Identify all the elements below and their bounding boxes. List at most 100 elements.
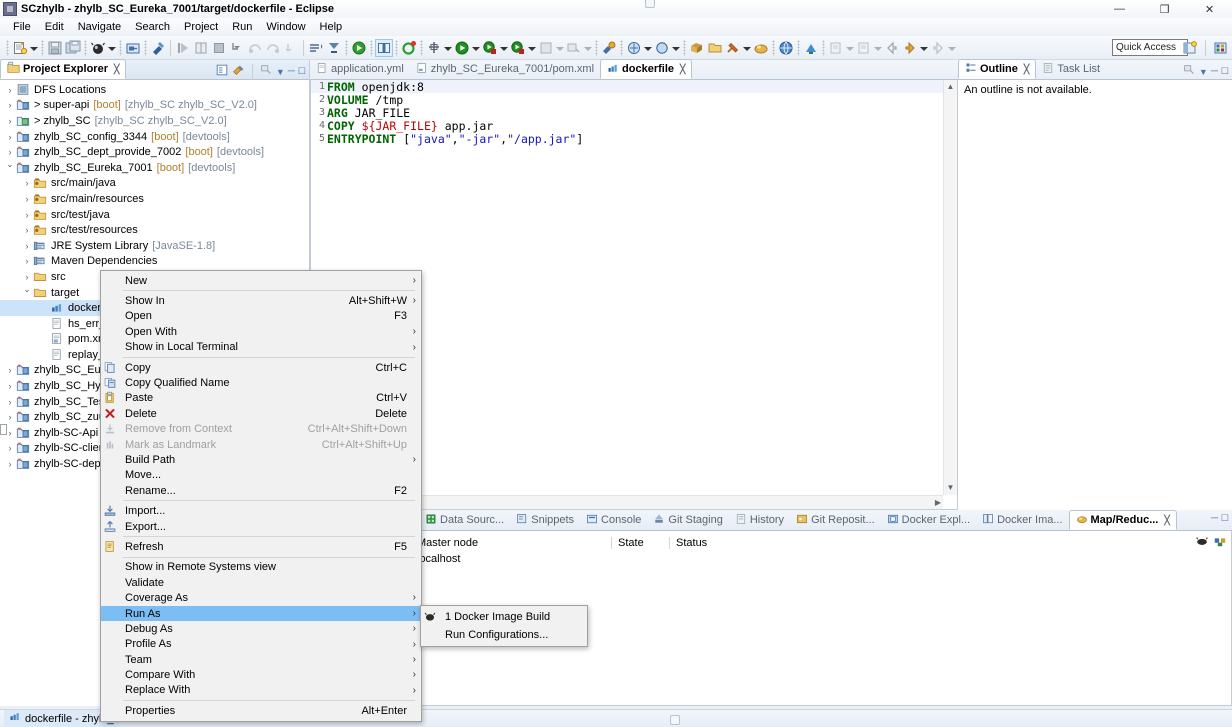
tree-twisty-closed-icon[interactable] bbox=[4, 365, 16, 375]
open-perspective-button-icon[interactable] bbox=[1182, 40, 1198, 56]
open-type-icon[interactable] bbox=[626, 40, 642, 56]
run-last-dropdown-arrow[interactable] bbox=[499, 40, 508, 56]
tree-twisty-closed-icon[interactable] bbox=[4, 397, 16, 407]
context-menu[interactable]: New › Show In Alt+Shift+W › Open F3 Open With › S… bbox=[100, 270, 422, 722]
grid-column-header[interactable]: State bbox=[611, 537, 669, 549]
tree-item[interactable]: src/test/java bbox=[0, 207, 309, 223]
open-task-icon[interactable] bbox=[538, 40, 554, 56]
mapreduce-locations-grid[interactable]: Master node State Status localhost bbox=[311, 531, 1231, 567]
menu-item-open-with[interactable]: Open With › bbox=[101, 324, 421, 339]
tree-item[interactable]: src/test/resources bbox=[0, 222, 309, 238]
link-with-editor-icon[interactable] bbox=[232, 63, 246, 80]
outline-minimize-icon[interactable]: ─ bbox=[1211, 66, 1218, 77]
close-icon[interactable]: ╳ bbox=[1024, 64, 1029, 75]
new-java-class-icon[interactable] bbox=[426, 40, 442, 56]
save-icon[interactable] bbox=[47, 40, 63, 56]
activate-task-dropdown-arrow[interactable] bbox=[583, 40, 592, 56]
menu-item-new[interactable]: New › bbox=[101, 273, 421, 288]
tree-twisty-closed-icon[interactable] bbox=[21, 256, 33, 266]
next-edit-icon[interactable] bbox=[828, 40, 844, 56]
menu-item-paste[interactable]: Paste Ctrl+V bbox=[101, 391, 421, 406]
bottom-maximize-icon[interactable]: ☐ bbox=[1221, 513, 1229, 524]
grid-rows[interactable]: localhost bbox=[311, 551, 1231, 567]
step-into-icon[interactable] bbox=[229, 40, 245, 56]
menu-item-replace-with[interactable]: Replace With › bbox=[101, 683, 421, 698]
coverage-dropdown-arrow[interactable] bbox=[527, 40, 536, 56]
open-perspective-icon[interactable] bbox=[689, 40, 705, 56]
close-icon[interactable]: ╳ bbox=[114, 64, 119, 75]
bottom-tab-console[interactable]: Console bbox=[580, 510, 647, 530]
menu-item-run-configurations[interactable]: Run Configurations... bbox=[421, 626, 587, 644]
menu-project[interactable]: Project bbox=[177, 20, 225, 34]
tree-item[interactable]: DFS Locations bbox=[0, 82, 309, 98]
tree-item[interactable]: Maven Dependencies bbox=[0, 254, 309, 270]
close-icon[interactable]: ╳ bbox=[680, 64, 685, 75]
menu-item-run-as[interactable]: Run As › bbox=[101, 605, 421, 622]
forward-navigation-icon[interactable] bbox=[902, 40, 918, 56]
run-icon[interactable] bbox=[454, 40, 470, 56]
tree-item[interactable]: zhylb_SC_dept_provide_7002[boot][devtool… bbox=[0, 144, 309, 160]
tree-twisty-closed-icon[interactable] bbox=[21, 272, 33, 282]
tree-item[interactable]: zhylb_SC_Eureka_7001[boot][devtools] bbox=[0, 160, 309, 176]
collapse-all-icon[interactable] bbox=[215, 63, 229, 80]
activate-task-icon[interactable] bbox=[566, 40, 582, 56]
tree-twisty-closed-icon[interactable] bbox=[4, 443, 16, 453]
grid-row[interactable]: localhost bbox=[311, 551, 1231, 567]
open-task-dropdown-arrow[interactable] bbox=[555, 40, 564, 56]
mapreduce-perspective-icon[interactable] bbox=[1213, 40, 1229, 56]
quick-access-input[interactable]: Quick Access bbox=[1112, 39, 1188, 56]
tree-item[interactable]: zhylb_SC_config_3344[boot][devtools] bbox=[0, 129, 309, 145]
tree-twisty-closed-icon[interactable] bbox=[4, 100, 16, 110]
maximize-view-icon[interactable]: ☐ bbox=[298, 66, 306, 77]
menu-item-team[interactable]: Team › bbox=[101, 652, 421, 667]
grid-column-header[interactable]: Master node bbox=[411, 537, 611, 549]
outline-tab-task-list[interactable]: Task List bbox=[1036, 59, 1106, 79]
menu-item-rename[interactable]: Rename... F2 bbox=[101, 483, 421, 498]
back-navigation-icon[interactable] bbox=[884, 40, 900, 56]
bottom-minimize-icon[interactable]: ─ bbox=[1211, 513, 1218, 524]
prev-edit-dropdown-arrow[interactable] bbox=[873, 40, 882, 56]
editor-vertical-scrollbar[interactable]: ▲ ▼ bbox=[943, 80, 957, 495]
menu-item-build-path[interactable]: Build Path › bbox=[101, 452, 421, 467]
debug-dropdown-arrow[interactable] bbox=[107, 40, 116, 56]
new-wizard-dropdown-arrow[interactable] bbox=[29, 40, 38, 56]
code-line[interactable]: 4 COPY ${JAR_FILE} app.jar bbox=[311, 119, 957, 133]
drop-to-frame-icon[interactable] bbox=[283, 40, 299, 56]
menu-item-debug-as[interactable]: Debug As › bbox=[101, 621, 421, 636]
bottom-tab-history[interactable]: History bbox=[729, 510, 790, 530]
tree-twisty-closed-icon[interactable] bbox=[21, 178, 33, 188]
outline-filter-icon[interactable] bbox=[1182, 63, 1196, 80]
menu-help[interactable]: Help bbox=[313, 20, 350, 34]
code-line[interactable]: 5 ENTRYPOINT ["java", "-jar", "/app.jar"] bbox=[311, 132, 957, 146]
tree-twisty-open-icon[interactable] bbox=[21, 287, 33, 298]
run-as-submenu[interactable]: 1 Docker Image Build Run Configurations..… bbox=[420, 605, 588, 647]
tree-item[interactable]: src/main/resources bbox=[0, 191, 309, 207]
last-edit-location-icon[interactable] bbox=[308, 40, 324, 56]
menu-item-move[interactable]: Move... bbox=[101, 468, 421, 483]
toolbar-drag-handle[interactable] bbox=[6, 39, 9, 56]
menu-item-export[interactable]: Export... bbox=[101, 519, 421, 534]
tree-twisty-closed-icon[interactable] bbox=[4, 116, 16, 126]
search-dropdown-arrow[interactable] bbox=[671, 40, 680, 56]
debug-terminate-icon[interactable] bbox=[211, 40, 227, 56]
grid-column-header[interactable]: Status bbox=[669, 537, 809, 549]
menu-item-profile-as[interactable]: Profile As › bbox=[101, 637, 421, 652]
search-icon[interactable] bbox=[654, 40, 670, 56]
editor-tab-application-yml[interactable]: application.yml bbox=[310, 59, 410, 79]
editor-tab-zhylb-sc-eureka-7001-pom-xml[interactable]: zhylb_SC_Eureka_7001/pom.xml bbox=[410, 59, 600, 79]
sash-handle-left[interactable] bbox=[0, 424, 7, 435]
scroll-right-icon[interactable]: ▶ bbox=[935, 496, 941, 510]
tree-twisty-open-icon[interactable] bbox=[4, 162, 16, 173]
publish-icon[interactable] bbox=[803, 40, 819, 56]
bottom-tab-data-sourc---[interactable]: Data Sourc... bbox=[419, 510, 510, 530]
tree-twisty-closed-icon[interactable] bbox=[4, 412, 16, 422]
next-annotation-icon[interactable] bbox=[326, 40, 342, 56]
tree-item[interactable]: src/main/java bbox=[0, 176, 309, 192]
outline-tab-outline[interactable]: Outline ╳ bbox=[958, 59, 1037, 79]
tree-twisty-closed-icon[interactable] bbox=[21, 241, 33, 251]
pin-editor-dropdown-arrow[interactable] bbox=[742, 40, 751, 56]
minimize-view-icon[interactable]: ─ bbox=[288, 66, 295, 77]
bottom-tab-snippets[interactable]: Snippets bbox=[510, 510, 580, 530]
step-return-icon[interactable] bbox=[265, 40, 281, 56]
prev-edit-icon[interactable] bbox=[856, 40, 872, 56]
